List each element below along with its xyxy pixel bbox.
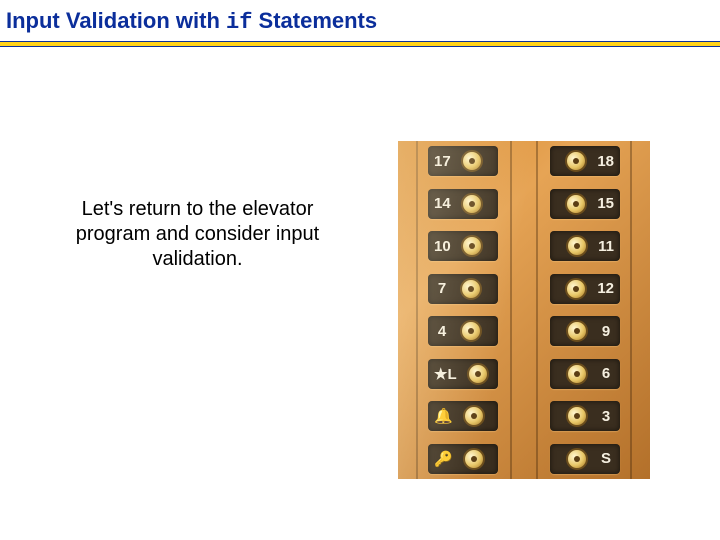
elevator-button-label: 🔔 <box>428 407 459 425</box>
elevator-button-light <box>566 363 588 385</box>
elevator-button-label: 4 <box>428 323 456 340</box>
elevator-button-label: 17 <box>428 153 457 170</box>
elevator-button-light <box>461 193 483 215</box>
elevator-button-label: 14 <box>428 195 457 212</box>
elevator-button-light <box>463 405 485 427</box>
elevator-button: 17 <box>428 146 498 176</box>
elevator-button-label: 15 <box>591 195 620 212</box>
elevator-button: 18 <box>550 146 620 176</box>
title-text-pre: Input Validation with <box>6 8 226 33</box>
elevator-button: 11 <box>550 231 620 261</box>
panel-seam <box>416 141 418 479</box>
elevator-button: 🔔 <box>428 401 498 431</box>
elevator-button-light <box>566 320 588 342</box>
elevator-button: 6 <box>550 359 620 389</box>
elevator-button: 🔑 <box>428 444 498 474</box>
elevator-button-label: 12 <box>591 280 620 297</box>
elevator-button-label: 🔑 <box>428 450 459 468</box>
elevator-button: 9 <box>550 316 620 346</box>
elevator-button: ★L <box>428 359 498 389</box>
panel-seam <box>536 141 538 479</box>
elevator-button-light <box>463 448 485 470</box>
elevator-button-light <box>565 193 587 215</box>
elevator-button-light <box>565 150 587 172</box>
elevator-button-label: 10 <box>428 238 457 255</box>
elevator-button-light <box>565 278 587 300</box>
elevator-button-label: 11 <box>592 238 620 255</box>
content-area: Let's return to the elevator program and… <box>0 47 720 539</box>
body-text: Let's return to the elevator program and… <box>55 197 340 272</box>
elevator-button-label: 18 <box>591 153 620 170</box>
slide-title: Input Validation with if Statements <box>0 0 720 41</box>
elevator-button-light <box>566 448 588 470</box>
elevator-button: 15 <box>550 189 620 219</box>
elevator-button-label: S <box>592 450 620 467</box>
elevator-button-light <box>461 150 483 172</box>
title-text-post: Statements <box>252 8 377 33</box>
elevator-image: 17 14 10 7 4 ★L 🔔 🔑 18 15 11 12 9 6 3 S <box>398 141 650 479</box>
elevator-button-label: 6 <box>592 365 620 382</box>
elevator-button-label: 9 <box>592 323 620 340</box>
elevator-button-light <box>460 320 482 342</box>
elevator-button: 4 <box>428 316 498 346</box>
elevator-button: 10 <box>428 231 498 261</box>
elevator-button: 3 <box>550 401 620 431</box>
button-column-left: 17 14 10 7 4 ★L 🔔 🔑 <box>428 146 498 474</box>
slide: Input Validation with if Statements Let'… <box>0 0 720 540</box>
panel-seam <box>630 141 632 479</box>
elevator-button-light <box>467 363 489 385</box>
elevator-button: 12 <box>550 274 620 304</box>
panel-seam <box>510 141 512 479</box>
elevator-button-light <box>460 278 482 300</box>
elevator-button-light <box>461 235 483 257</box>
elevator-button-label: 3 <box>592 408 620 425</box>
elevator-button: S <box>550 444 620 474</box>
elevator-button-label: 7 <box>428 280 456 297</box>
elevator-button-label: ★L <box>428 365 463 383</box>
elevator-button-light <box>566 235 588 257</box>
button-column-right: 18 15 11 12 9 6 3 S <box>550 146 620 474</box>
elevator-button-light <box>566 405 588 427</box>
elevator-button: 7 <box>428 274 498 304</box>
elevator-button: 14 <box>428 189 498 219</box>
title-code: if <box>226 10 252 35</box>
